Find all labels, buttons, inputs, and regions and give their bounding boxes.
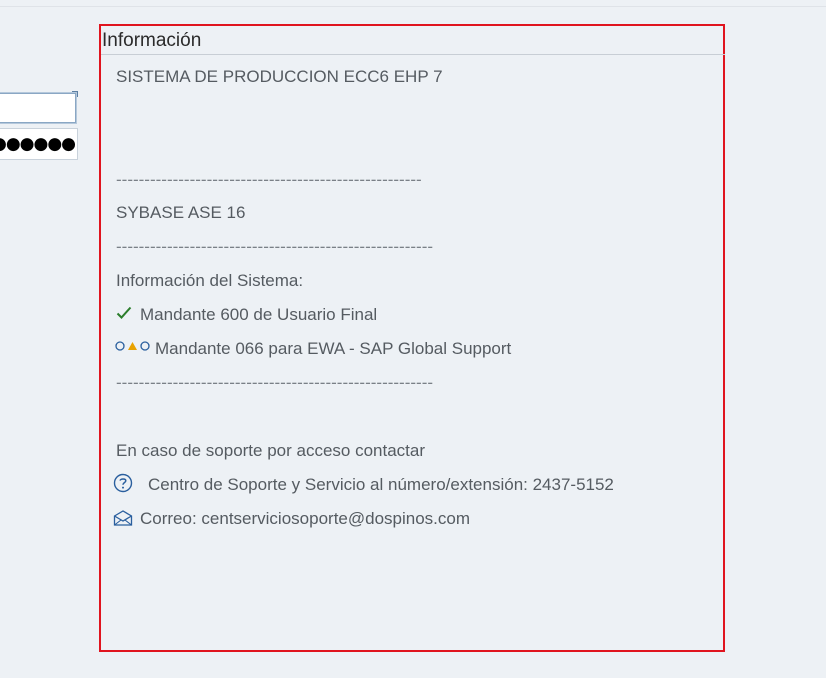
top-divider — [0, 6, 826, 7]
separator-line: ----------------------------------------… — [116, 237, 434, 256]
panel-title: Información — [102, 30, 202, 51]
information-panel: Información SISTEMA DE PRODUCCION ECC6 E… — [99, 24, 725, 652]
status-indicator-icon — [115, 339, 151, 357]
panel-title-divider — [101, 54, 725, 55]
client-066-text: Mandante 066 para EWA - SAP Global Suppo… — [155, 339, 512, 358]
check-icon — [116, 306, 132, 325]
user-input[interactable] — [0, 91, 78, 124]
separator-line: ----------------------------------------… — [116, 373, 434, 392]
database-text: SYBASE ASE 16 — [116, 203, 246, 222]
envelope-icon — [113, 510, 133, 531]
help-icon — [113, 473, 133, 498]
separator-line: ----------------------------------------… — [116, 170, 422, 189]
system-info-label: Información del Sistema: — [116, 271, 304, 290]
email-text: Correo: centserviciosoporte@dospinos.com — [140, 509, 471, 528]
client-600-text: Mandante 600 de Usuario Final — [140, 305, 378, 324]
password-mask: ●●●●●●●●●●● — [0, 134, 76, 154]
password-input[interactable]: ●●●●●●●●●●● — [0, 128, 78, 160]
support-intro-text: En caso de soporte por acceso contactar — [116, 441, 426, 460]
system-name-text: SISTEMA DE PRODUCCION ECC6 EHP 7 — [116, 67, 443, 86]
support-center-text: Centro de Soporte y Servicio al número/e… — [148, 475, 614, 494]
